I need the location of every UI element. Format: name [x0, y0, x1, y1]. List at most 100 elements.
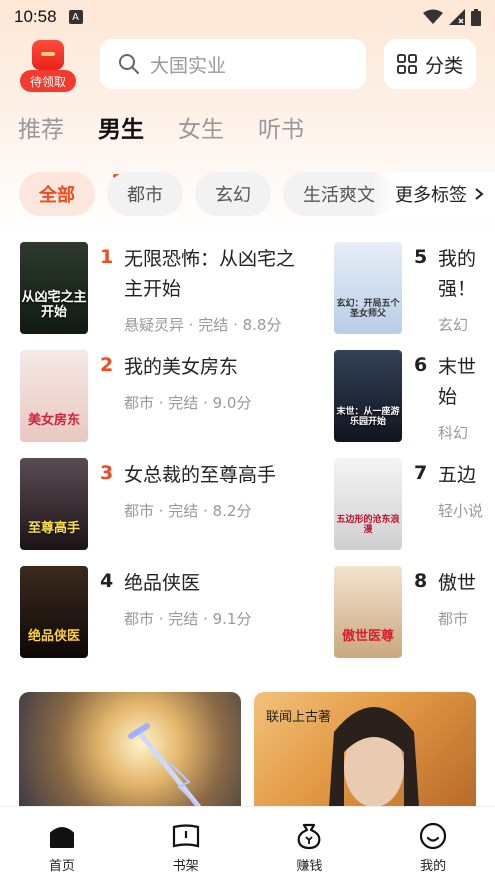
- book-title-line: 我的: [438, 248, 477, 270]
- chevron-right-icon: [475, 188, 484, 200]
- battery-icon: [471, 8, 481, 26]
- book-meta: 都市: [438, 610, 469, 628]
- status-time: 10:58: [14, 7, 57, 26]
- status-bar: 10:58 A: [0, 0, 495, 34]
- nav-bookshelf-label: 书架: [172, 859, 199, 874]
- book-title: 我的美女房东: [124, 352, 238, 382]
- book-meta: 玄幻: [438, 316, 469, 334]
- book-title-line: 我的美女房东: [124, 356, 239, 378]
- book-cover: 傲世医尊: [334, 566, 402, 658]
- book-title-line: 强！: [438, 278, 477, 300]
- bookshelf-icon: [172, 824, 199, 848]
- app-notification-icon: A: [68, 10, 83, 24]
- chip-fantasy[interactable]: 玄幻: [195, 172, 271, 216]
- book-title-line: 末世: [438, 356, 477, 378]
- chip-urban[interactable]: 都市: [107, 172, 183, 216]
- nav-earn[interactable]: 赚钱: [248, 807, 372, 880]
- book-cover: 绝品侠医: [20, 566, 88, 658]
- red-envelope-icon: [32, 40, 64, 70]
- nav-bookshelf[interactable]: 书架: [124, 807, 248, 880]
- sword-illustration: [128, 723, 201, 807]
- gift-reward-button[interactable]: 待领取: [20, 40, 76, 94]
- genre-chips: 全部 都市 玄幻 生活爽文 更多标签: [19, 172, 495, 216]
- book-item-3[interactable]: 至尊高手 3 女总裁的至尊高手 都市 · 完结 · 8.2分: [20, 458, 320, 550]
- book-rank: 4: [100, 570, 114, 592]
- gift-label: 待领取: [20, 70, 76, 92]
- book-meta: 都市 · 完结 · 9.1分: [124, 610, 252, 628]
- grid-icon: [397, 54, 417, 74]
- cover-title: 末世：从一座游乐园开始: [336, 407, 400, 428]
- home-icon: [49, 827, 74, 848]
- book-cover: 末世：从一座游乐园开始: [334, 350, 402, 442]
- book-title-line: 绝品侠医: [124, 572, 201, 594]
- top-header: 待领取 大国实业 分类: [0, 36, 495, 96]
- nav-profile[interactable]: 我的: [371, 807, 495, 880]
- book-meta: 轻小说: [438, 502, 484, 520]
- cover-title: 美女房东: [27, 412, 80, 428]
- character-illustration: [329, 707, 419, 807]
- book-title: 女总裁的至尊高手: [124, 460, 276, 490]
- book-meta: 科幻: [438, 424, 469, 442]
- book-cover: 从凶宅之主开始: [20, 242, 88, 334]
- cover-title: 五边形的沧东浪漫: [336, 515, 400, 536]
- category-button[interactable]: 分类: [384, 39, 476, 89]
- book-item-2[interactable]: 美女房东 2 我的美女房东 都市 · 完结 · 9.0分: [20, 350, 320, 442]
- book-title-line: 主开始: [124, 278, 182, 300]
- smiley-profile-icon: [420, 822, 447, 850]
- book-title-line: 五边: [438, 464, 477, 486]
- search-bar[interactable]: 大国实业: [100, 39, 366, 89]
- chip-all[interactable]: 全部: [19, 172, 95, 216]
- cover-title: 傲世医尊: [341, 628, 394, 644]
- book-rank: 3: [100, 462, 114, 484]
- tab-recommend[interactable]: 推荐: [18, 110, 64, 160]
- book-cover: 玄幻：开局五个圣女师父: [334, 242, 402, 334]
- book-item-8[interactable]: 傲世医尊 8 傲世 都市: [334, 566, 495, 658]
- book-title-line: 傲世: [438, 572, 477, 594]
- book-rank: 1: [100, 246, 114, 268]
- book-rank: 2: [100, 354, 114, 376]
- more-tags-button[interactable]: 更多标签: [374, 172, 495, 216]
- signal-icon: [449, 9, 465, 25]
- book-cover: 五边形的沧东浪漫: [334, 458, 402, 550]
- book-item-1[interactable]: 从凶宅之主开始 1 无限恐怖：从凶宅之 主开始 悬疑灵异 · 完结 · 8.8分: [20, 242, 320, 334]
- book-title-line: 始: [438, 386, 458, 408]
- nav-home-label: 首页: [48, 859, 75, 874]
- book-item-6[interactable]: 末世：从一座游乐园开始 6 末世 始 科幻: [334, 350, 495, 442]
- book-title: 五边: [438, 460, 476, 490]
- search-icon: [119, 54, 139, 74]
- channel-tabs: 推荐 男生 女生 听书: [18, 110, 304, 160]
- cover-title: 至尊高手: [27, 520, 80, 536]
- wifi-icon: [423, 9, 443, 24]
- book-rank: 5: [414, 246, 428, 268]
- book-title-line: 无限恐怖：从凶宅之: [124, 248, 296, 270]
- book-rank: 8: [414, 570, 428, 592]
- book-title: 我的 强！: [438, 244, 476, 304]
- cover-title: 从凶宅之主开始: [21, 290, 87, 320]
- book-cover: 美女房东: [20, 350, 88, 442]
- tab-male[interactable]: 男生: [98, 110, 144, 160]
- status-icons: [423, 8, 481, 26]
- nav-home[interactable]: 首页: [0, 807, 124, 880]
- money-bag-icon: [297, 823, 321, 850]
- tab-audiobook[interactable]: 听书: [258, 110, 304, 160]
- book-rank: 6: [414, 354, 428, 376]
- search-placeholder: 大国实业: [150, 54, 227, 77]
- book-title: 无限恐怖：从凶宅之 主开始: [124, 244, 295, 304]
- promo-banner-1[interactable]: [19, 692, 241, 807]
- nav-earn-label: 赚钱: [296, 859, 323, 874]
- tab-female[interactable]: 女生: [178, 110, 224, 160]
- book-rank: 7: [414, 462, 428, 484]
- nav-profile-label: 我的: [420, 859, 447, 874]
- category-label: 分类: [424, 54, 463, 77]
- book-meta: 都市 · 完结 · 8.2分: [124, 502, 252, 520]
- book-item-7[interactable]: 五边形的沧东浪漫 7 五边 轻小说: [334, 458, 495, 550]
- book-meta: 悬疑灵异 · 完结 · 8.8分: [124, 316, 282, 334]
- book-title: 傲世: [438, 568, 476, 598]
- book-meta: 都市 · 完结 · 9.0分: [124, 394, 252, 412]
- bottom-navigation: 首页 书架 赚钱 我的: [0, 806, 495, 880]
- book-item-5[interactable]: 玄幻：开局五个圣女师父 5 我的 强！ 玄幻: [334, 242, 495, 334]
- promo-banner-2[interactable]: 联闻上古著: [254, 692, 476, 807]
- book-item-4[interactable]: 绝品侠医 4 绝品侠医 都市 · 完结 · 9.1分: [20, 566, 320, 658]
- book-title: 末世 始: [438, 352, 476, 412]
- more-tags-label: 更多标签: [395, 185, 467, 206]
